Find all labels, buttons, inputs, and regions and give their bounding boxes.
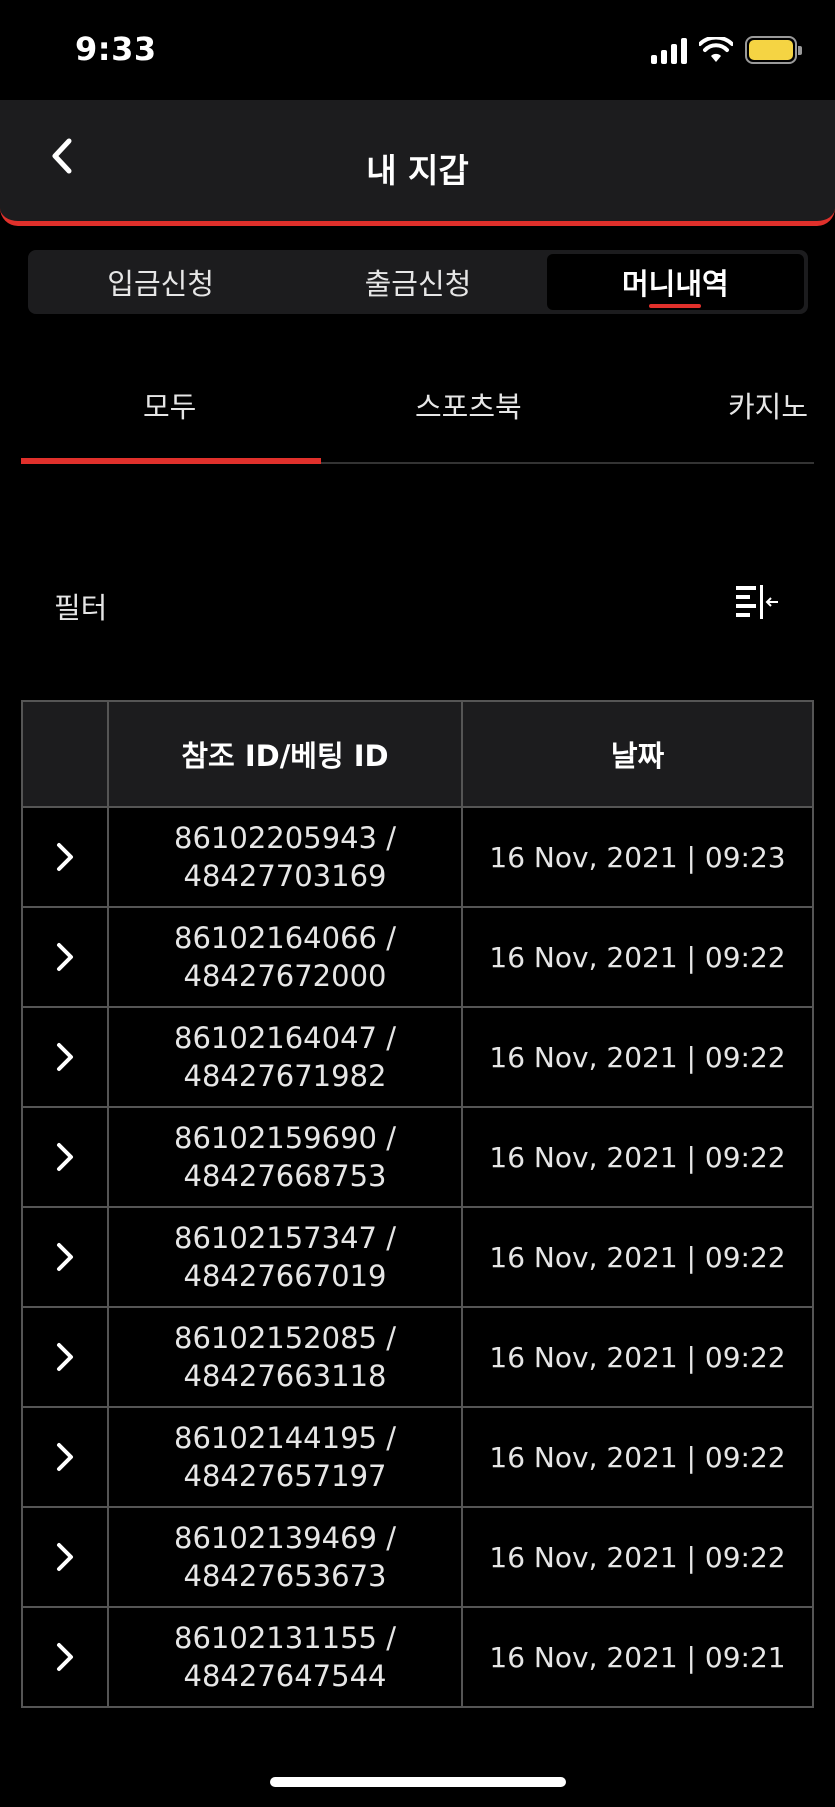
header-ref-bet-id: 참조 ID/베팅 ID xyxy=(109,702,463,806)
ref-id: 86102205943 / xyxy=(174,821,396,855)
status-bar: 9:33 xyxy=(0,0,835,100)
expand-row-button[interactable] xyxy=(23,1608,109,1706)
ref-id: 86102157347 / xyxy=(174,1221,396,1255)
table-row: 86102157347 / 48427667019 16 Nov, 2021 | 0… xyxy=(23,1208,812,1308)
date-cell: 16 Nov, 2021 | 09:22 xyxy=(489,1140,786,1174)
expand-row-button[interactable] xyxy=(23,1408,109,1506)
table-row: 86102164047 / 48427671982 16 Nov, 2021 | 0… xyxy=(23,1008,812,1108)
bet-id: 48427703169 xyxy=(183,859,387,893)
ref-id: 86102159690 / xyxy=(174,1121,396,1155)
date-cell: 16 Nov, 2021 | 09:22 xyxy=(489,1540,786,1574)
ref-bet-id-cell: 86102144195 / 48427657197 xyxy=(109,1408,463,1506)
wifi-icon xyxy=(699,37,733,62)
tab-withdraw-request[interactable]: 출금신청 xyxy=(289,254,546,310)
ref-bet-id-cell: 86102139469 / 48427653673 xyxy=(109,1508,463,1606)
ref-id: 86102152085 / xyxy=(174,1321,396,1355)
ref-id: 86102144195 / xyxy=(174,1421,396,1455)
tab-deposit-request[interactable]: 입금신청 xyxy=(32,254,289,310)
table-row: 86102139469 / 48427653673 16 Nov, 2021 | 0… xyxy=(23,1508,812,1608)
date-cell: 16 Nov, 2021 | 09:22 xyxy=(489,940,786,974)
ref-bet-id-cell: 86102131155 / 48427647544 xyxy=(109,1608,463,1706)
expand-row-button[interactable] xyxy=(23,1008,109,1106)
expand-row-button[interactable] xyxy=(23,1108,109,1206)
bet-id: 48427647544 xyxy=(183,1659,387,1693)
table-row: 86102159690 / 48427668753 16 Nov, 2021 | 0… xyxy=(23,1108,812,1208)
chevron-right-icon xyxy=(57,943,73,971)
ref-bet-id-cell: 86102157347 / 48427667019 xyxy=(109,1208,463,1306)
chevron-right-icon xyxy=(57,1343,73,1371)
header-date: 날짜 xyxy=(610,739,665,773)
date-cell: 16 Nov, 2021 | 09:23 xyxy=(489,840,786,874)
filter-button[interactable] xyxy=(730,578,784,628)
cellular-signal-icon xyxy=(651,36,687,64)
header-expand-cell xyxy=(23,702,109,806)
expand-row-button[interactable] xyxy=(23,808,109,906)
bet-id: 48427667019 xyxy=(183,1259,387,1293)
date-cell: 16 Nov, 2021 | 09:21 xyxy=(489,1640,786,1674)
status-time: 9:33 xyxy=(75,30,157,68)
table-row: 86102152085 / 48427663118 16 Nov, 2021 | 0… xyxy=(23,1308,812,1408)
ref-bet-id-cell: 86102205943 / 48427703169 xyxy=(109,808,463,906)
ref-bet-id-cell: 86102159690 / 48427668753 xyxy=(109,1108,463,1206)
header: 내 지갑 xyxy=(0,100,835,226)
table-row: 86102164066 / 48427672000 16 Nov, 2021 | 0… xyxy=(23,908,812,1008)
date-cell: 16 Nov, 2021 | 09:22 xyxy=(489,1440,786,1474)
chevron-right-icon xyxy=(57,1243,73,1271)
chevron-right-icon xyxy=(57,1443,73,1471)
page-title: 내 지갑 xyxy=(366,151,469,190)
chevron-right-icon xyxy=(57,1543,73,1571)
active-tab-indicator xyxy=(21,458,321,464)
tab-casino[interactable]: 카지노 xyxy=(728,384,808,426)
table-header: 참조 ID/베팅 ID 날짜 xyxy=(23,702,812,808)
chevron-right-icon xyxy=(57,1643,73,1671)
ref-id: 86102164066 / xyxy=(174,921,396,955)
home-indicator xyxy=(270,1777,566,1787)
chevron-right-icon xyxy=(57,1143,73,1171)
bet-id: 48427657197 xyxy=(183,1459,387,1493)
expand-row-button[interactable] xyxy=(23,1508,109,1606)
bet-id: 48427653673 xyxy=(183,1559,387,1593)
ref-bet-id-cell: 86102164066 / 48427672000 xyxy=(109,908,463,1006)
date-cell: 16 Nov, 2021 | 09:22 xyxy=(489,1240,786,1274)
tab-money-history[interactable]: 머니내역 xyxy=(546,254,804,310)
expand-row-button[interactable] xyxy=(23,1208,109,1306)
bet-id: 48427668753 xyxy=(183,1159,387,1193)
bet-id: 48427663118 xyxy=(183,1359,387,1393)
wallet-segment-control: 입금신청 출금신청 머니내역 xyxy=(28,250,808,314)
table-row: 86102131155 / 48427647544 16 Nov, 2021 | 0… xyxy=(23,1608,812,1708)
date-cell: 16 Nov, 2021 | 09:22 xyxy=(489,1340,786,1374)
filter-collapse-icon xyxy=(736,585,778,619)
ref-id: 86102164047 / xyxy=(174,1021,396,1055)
category-tabs: 모두 스포츠북 카지노 xyxy=(21,370,814,464)
filter-label: 필터 xyxy=(54,591,108,625)
ref-bet-id-cell: 86102164047 / 48427671982 xyxy=(109,1008,463,1106)
battery-icon xyxy=(745,36,802,64)
table-row: 86102205943 / 48427703169 16 Nov, 2021 | 0… xyxy=(23,808,812,908)
ref-bet-id-cell: 86102152085 / 48427663118 xyxy=(109,1308,463,1406)
expand-row-button[interactable] xyxy=(23,1308,109,1406)
tab-sportsbook[interactable]: 스포츠북 xyxy=(415,384,522,426)
date-cell: 16 Nov, 2021 | 09:22 xyxy=(489,1040,786,1074)
chevron-right-icon xyxy=(57,843,73,871)
chevron-right-icon xyxy=(57,1043,73,1071)
money-history-table: 참조 ID/베팅 ID 날짜 86102205943 / 48427703169 1… xyxy=(21,700,814,1708)
ref-id: 86102139469 / xyxy=(174,1521,396,1555)
status-icons xyxy=(651,36,802,64)
bet-id: 48427672000 xyxy=(183,959,387,993)
tab-all[interactable]: 모두 xyxy=(143,384,196,426)
bet-id: 48427671982 xyxy=(183,1059,387,1093)
ref-id: 86102131155 / xyxy=(174,1621,396,1655)
expand-row-button[interactable] xyxy=(23,908,109,1006)
table-row: 86102144195 / 48427657197 16 Nov, 2021 | 0… xyxy=(23,1408,812,1508)
